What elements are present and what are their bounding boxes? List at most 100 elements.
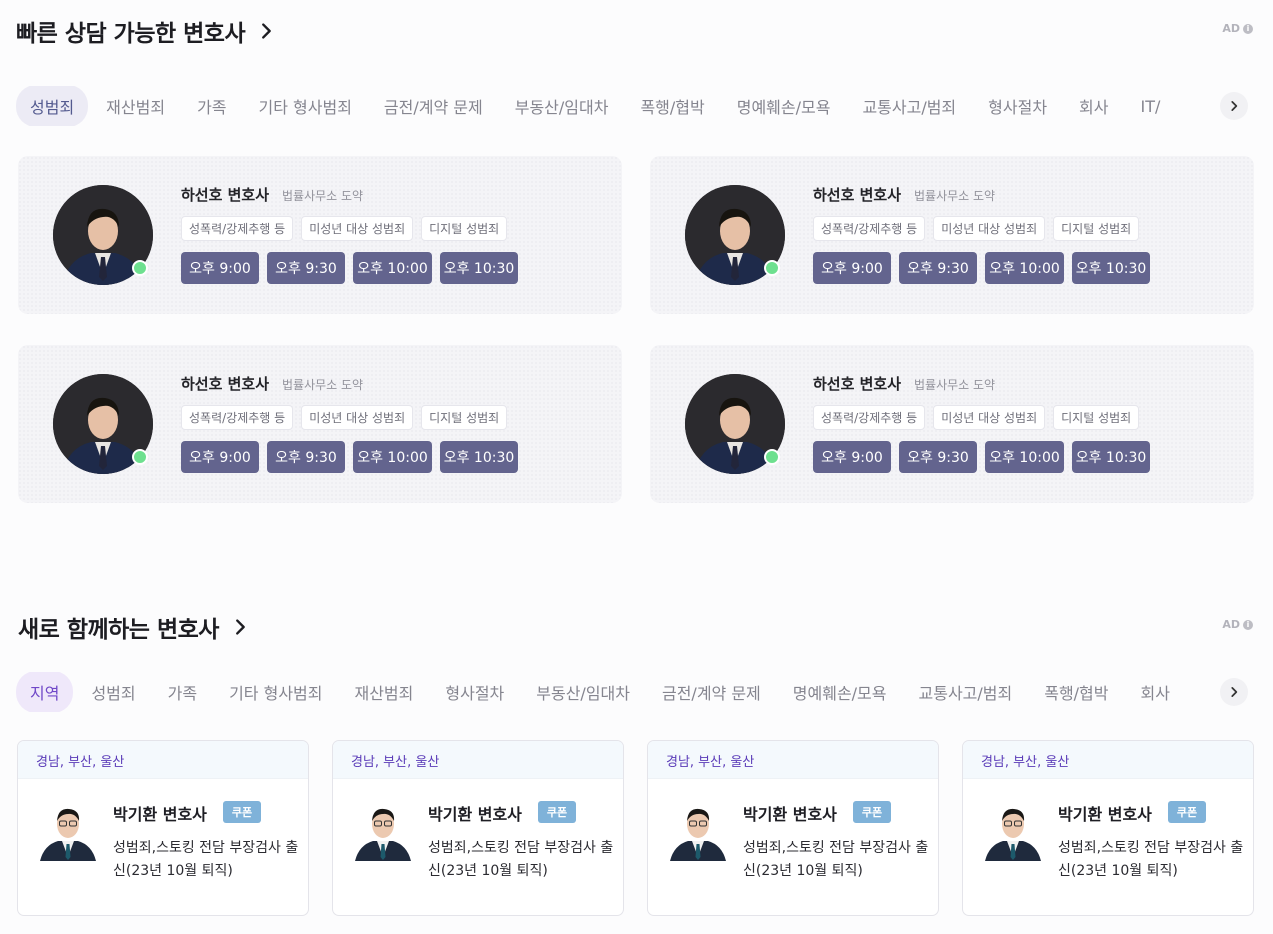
tab-category[interactable]: 폭행/협박 [1030,672,1122,712]
lawyer-firm: 법률사무소 도약 [914,189,996,203]
tab-category[interactable]: 회사 [1127,672,1184,712]
chevron-right-icon [1231,101,1238,111]
time-slots: 오후 9:00 오후 9:30 오후 10:00 오후 10:30 [813,441,1150,473]
ad-badge[interactable]: AD i [1222,22,1253,35]
time-slots: 오후 9:00 오후 9:30 오후 10:00 오후 10:30 [181,252,518,284]
specialty-tag: 성폭력/강제추행 등 [181,405,294,430]
chevron-right-icon [262,23,271,39]
time-slot-button[interactable]: 오후 10:00 [985,252,1064,284]
specialty-tag: 미성년 대상 성범죄 [301,216,414,241]
category-tabs: 성범죄 재산범죄 가족 기타 형사범죄 금전/계약 문제 부동산/임대차 폭행/… [16,86,1256,126]
new-lawyer-card[interactable]: 경남, 부산, 울산 박기환 변호사 쿠폰 성범죄,스토킹 전담 부장검사 출신… [647,740,939,916]
tab-category[interactable]: 기타 형사범죄 [245,86,366,126]
time-slot-button[interactable]: 오후 10:30 [1072,252,1150,284]
tab-category[interactable]: 회사 [1065,86,1122,126]
category-tabs: 지역 성범죄 가족 기타 형사범죄 재산범죄 형사절차 부동산/임대차 금전/계… [16,672,1256,712]
tab-category[interactable]: 성범죄 [77,672,149,712]
lawyer-card[interactable]: 하선호 변호사 법률사무소 도약 성폭력/강제추행 등 미성년 대상 성범죄 디… [650,345,1254,503]
time-slot-button[interactable]: 오후 9:30 [267,441,345,473]
specialty-tags: 성폭력/강제추행 등 미성년 대상 성범죄 디지털 성범죄 [181,405,508,430]
coupon-badge: 쿠폰 [853,801,891,823]
region-label: 경남, 부산, 울산 [648,741,938,779]
tab-category[interactable]: 형사절차 [974,86,1061,126]
time-slot-button[interactable]: 오후 10:00 [353,441,432,473]
tab-region[interactable]: 지역 [16,672,74,712]
online-status-dot [132,449,148,465]
tab-category[interactable]: 성범죄 [16,86,89,126]
tab-category[interactable]: 기타 형사범죄 [215,672,336,712]
tab-category[interactable]: 재산범죄 [340,672,427,712]
section-title: 빠른 상담 가능한 변호사 [16,21,246,47]
new-lawyer-card[interactable]: 경남, 부산, 울산 박기환 변호사 쿠폰 성범죄,스토킹 전담 부장검사 출신… [962,740,1254,916]
time-slot-button[interactable]: 오후 10:00 [353,252,432,284]
specialty-tag: 미성년 대상 성범죄 [933,405,1046,430]
info-icon: i [1243,619,1253,630]
region-label: 경남, 부산, 울산 [963,741,1253,779]
lawyer-name: 박기환 변호사 [428,805,522,824]
lawyer-firm: 법률사무소 도약 [282,189,364,203]
lawyer-name: 하선호 변호사 [181,375,270,393]
lawyer-card[interactable]: 하선호 변호사 법률사무소 도약 성폭력/강제추행 등 미성년 대상 성범죄 디… [18,345,622,503]
tab-category[interactable]: 명예훼손/모욕 [779,672,901,712]
lawyer-card[interactable]: 하선호 변호사 법률사무소 도약 성폭력/강제추행 등 미성년 대상 성범죄 디… [650,156,1254,314]
tab-category[interactable]: 폭행/협박 [626,86,718,126]
section-title: 새로 함께하는 변호사 [18,617,219,643]
lawyer-name: 박기환 변호사 [113,805,207,824]
lawyer-description: 성범죄,스토킹 전담 부장검사 출신(23년 10월 퇴직) [1058,840,1244,879]
tab-category[interactable]: 교통사고/범죄 [848,86,970,126]
tab-category[interactable]: 금전/계약 문제 [648,672,775,712]
tab-category[interactable]: IT/ [1127,88,1175,125]
quick-consult-header-link[interactable]: 빠른 상담 가능한 변호사 [16,14,277,48]
lawyer-description: 성범죄,스토킹 전담 부장검사 출신(23년 10월 퇴직) [743,840,929,879]
online-status-dot [764,449,780,465]
time-slot-button[interactable]: 오후 10:30 [440,252,518,284]
time-slot-button[interactable]: 오후 9:00 [813,252,891,284]
new-lawyers-section: 새로 함께하는 변호사 AD i 지역 성범죄 가족 기타 형사범죄 재산범죄 … [0,588,1273,934]
lawyer-name: 하선호 변호사 [813,186,902,204]
tab-category[interactable]: 부동산/임대차 [501,86,623,126]
tab-category[interactable]: 재산범죄 [92,86,179,126]
lawyer-firm: 법률사무소 도약 [914,378,996,392]
online-status-dot [764,260,780,276]
quick-consult-section: 빠른 상담 가능한 변호사 AD i 성범죄 재산범죄 가족 기타 형사범죄 금… [0,0,1273,540]
time-slot-button[interactable]: 오후 10:00 [985,441,1064,473]
lawyer-description: 성범죄,스토킹 전담 부장검사 출신(23년 10월 퇴직) [113,840,299,879]
lawyer-photo [40,799,96,861]
time-slot-button[interactable]: 오후 9:30 [899,441,977,473]
tab-category[interactable]: 부동산/임대차 [522,672,644,712]
time-slot-button[interactable]: 오후 9:00 [181,441,259,473]
ad-badge[interactable]: AD i [1222,618,1253,631]
new-lawyer-card[interactable]: 경남, 부산, 울산 박기환 변호사 쿠폰 성범죄,스토킹 전담 부장검사 출신… [332,740,624,916]
time-slot-button[interactable]: 오후 10:30 [440,441,518,473]
specialty-tag: 디지털 성범죄 [1053,216,1140,241]
coupon-badge: 쿠폰 [223,801,261,823]
tab-category[interactable]: 형사절차 [431,672,518,712]
specialty-tag: 성폭력/강제추행 등 [813,405,926,430]
tab-category[interactable]: 명예훼손/모욕 [723,86,845,126]
specialty-tag: 디지털 성범죄 [421,216,508,241]
tab-category[interactable]: 교통사고/범죄 [905,672,1027,712]
tabs-next-button[interactable] [1220,678,1248,706]
new-lawyers-header-link[interactable]: 새로 함께하는 변호사 [18,610,251,644]
lawyer-card[interactable]: 하선호 변호사 법률사무소 도약 성폭력/강제추행 등 미성년 대상 성범죄 디… [18,156,622,314]
chevron-right-icon [236,619,245,635]
time-slot-button[interactable]: 오후 9:30 [267,252,345,284]
specialty-tags: 성폭력/강제추행 등 미성년 대상 성범죄 디지털 성범죄 [813,405,1140,430]
tab-category[interactable]: 가족 [183,86,240,126]
time-slot-button[interactable]: 오후 10:30 [1072,441,1150,473]
coupon-badge: 쿠폰 [538,801,576,823]
time-slots: 오후 9:00 오후 9:30 오후 10:00 오후 10:30 [813,252,1150,284]
lawyer-photo [355,799,411,861]
time-slot-button[interactable]: 오후 9:30 [899,252,977,284]
time-slot-button[interactable]: 오후 9:00 [813,441,891,473]
new-lawyer-card[interactable]: 경남, 부산, 울산 박기환 변호사 쿠폰 성범죄,스토킹 전담 부장검사 출신… [17,740,309,916]
specialty-tag: 디지털 성범죄 [1053,405,1140,430]
time-slot-button[interactable]: 오후 9:00 [181,252,259,284]
coupon-badge: 쿠폰 [1168,801,1206,823]
tab-category[interactable]: 가족 [154,672,211,712]
lawyer-firm: 법률사무소 도약 [282,378,364,392]
specialty-tag: 미성년 대상 성범죄 [301,405,414,430]
tabs-next-button[interactable] [1220,92,1248,120]
ad-label: AD [1222,22,1240,35]
tab-category[interactable]: 금전/계약 문제 [370,86,497,126]
